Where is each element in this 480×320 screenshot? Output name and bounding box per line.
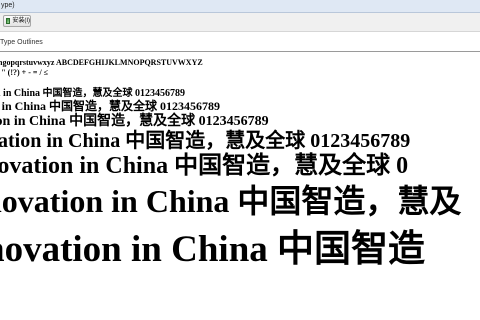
install-button-label: 安装(I): [12, 18, 30, 24]
divider: [0, 51, 480, 52]
install-button[interactable]: 安装(I): [3, 15, 31, 27]
toolbar: 安装(I): [0, 13, 480, 32]
sample-size-7: novation in China 中国智造: [0, 229, 426, 270]
window-title: ype): [1, 2, 15, 9]
sample-size-6: novation in China 中国智造，慧及: [0, 183, 462, 219]
install-icon: [6, 18, 11, 24]
sample-punctuation: ' " (!?) + - = / ≤: [0, 68, 49, 77]
title-bar: ype): [0, 0, 480, 13]
sample-size-5: novation in China 中国智造，慧及全球 0: [0, 153, 409, 179]
font-type-label: Type Outlines: [0, 39, 43, 46]
sample-alphabet: ngopqrstuvwxyz ABCDEFGHIJKLMNOPQRSTUVWXY…: [0, 58, 203, 67]
